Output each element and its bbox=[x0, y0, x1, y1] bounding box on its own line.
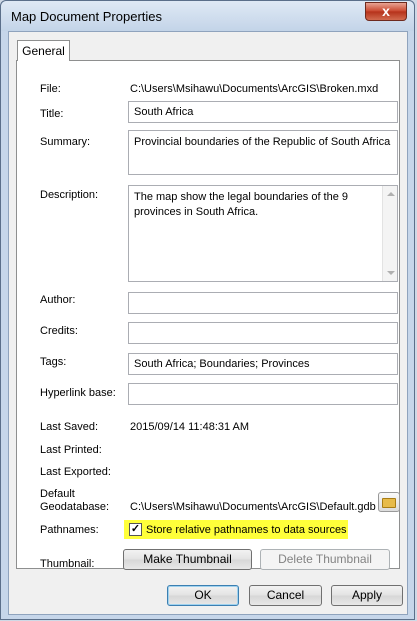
hyperlink-base-input[interactable] bbox=[128, 383, 398, 405]
browse-geodatabase-button[interactable] bbox=[378, 492, 400, 512]
credits-label: Credits: bbox=[40, 325, 78, 337]
summary-label: Summary: bbox=[40, 136, 91, 148]
pathnames-label: Pathnames: bbox=[40, 524, 99, 536]
make-thumbnail-button[interactable]: Make Thumbnail bbox=[123, 549, 252, 570]
window-title: Map Document Properties bbox=[11, 9, 163, 24]
delete-thumbnail-button[interactable]: Delete Thumbnail bbox=[260, 549, 390, 570]
scroll-down-icon[interactable] bbox=[387, 271, 395, 275]
checkbox-checked-icon: ✓ bbox=[130, 523, 141, 535]
general-panel: File: C:\Users\Msihawu\Documents\ArcGIS\… bbox=[16, 60, 400, 570]
file-label: File: bbox=[40, 83, 61, 95]
last-saved-value: 2015/09/14 11:48:31 AM bbox=[130, 421, 250, 433]
author-input[interactable] bbox=[128, 292, 398, 314]
dialog-client: General File: C:\Users\Msihawu\Documents… bbox=[8, 31, 408, 615]
description-scrollbar[interactable] bbox=[382, 186, 397, 281]
thumbnail-label: Thumbnail: bbox=[40, 558, 95, 570]
cancel-button[interactable]: Cancel bbox=[249, 585, 322, 606]
scroll-up-icon[interactable] bbox=[387, 192, 395, 196]
store-relative-pathnames-label[interactable]: Store relative pathnames to data sources bbox=[146, 524, 347, 536]
credits-input[interactable] bbox=[128, 322, 398, 344]
default-geodatabase-label-1: Default bbox=[40, 488, 75, 500]
title-label: Title: bbox=[40, 108, 64, 120]
description-text: The map show the legal boundaries of the… bbox=[134, 191, 349, 218]
default-geodatabase-path: C:\Users\Msihawu\Documents\ArcGIS\Defaul… bbox=[130, 501, 376, 513]
apply-button[interactable]: Apply bbox=[331, 585, 403, 606]
description-textarea[interactable]: The map show the legal boundaries of the… bbox=[128, 185, 398, 282]
last-printed-label: Last Printed: bbox=[40, 444, 102, 456]
file-path: C:\Users\Msihawu\Documents\ArcGIS\Broken… bbox=[130, 83, 379, 95]
default-geodatabase-label-2: Geodatabase: bbox=[40, 501, 110, 513]
folder-open-icon bbox=[382, 498, 396, 508]
author-label: Author: bbox=[40, 294, 76, 306]
description-label: Description: bbox=[40, 189, 99, 201]
last-exported-label: Last Exported: bbox=[40, 466, 111, 478]
last-saved-label: Last Saved: bbox=[40, 421, 99, 433]
summary-textarea[interactable]: Provincial boundaries of the Republic of… bbox=[128, 130, 398, 175]
close-icon: x bbox=[382, 3, 390, 19]
title-bar: Map Document Properties x bbox=[1, 1, 414, 31]
tags-label: Tags: bbox=[40, 356, 67, 368]
store-relative-pathnames-checkbox[interactable]: ✓ bbox=[129, 523, 142, 536]
close-button[interactable]: x bbox=[365, 2, 407, 21]
title-input[interactable]: South Africa bbox=[128, 101, 398, 123]
hyperlink-base-label: Hyperlink base: bbox=[40, 387, 116, 399]
map-document-properties-window: Map Document Properties x General File: … bbox=[0, 0, 415, 620]
ok-button[interactable]: OK bbox=[167, 585, 239, 606]
tab-general[interactable]: General bbox=[17, 40, 70, 61]
tags-input[interactable]: South Africa; Boundaries; Provinces bbox=[128, 353, 398, 375]
